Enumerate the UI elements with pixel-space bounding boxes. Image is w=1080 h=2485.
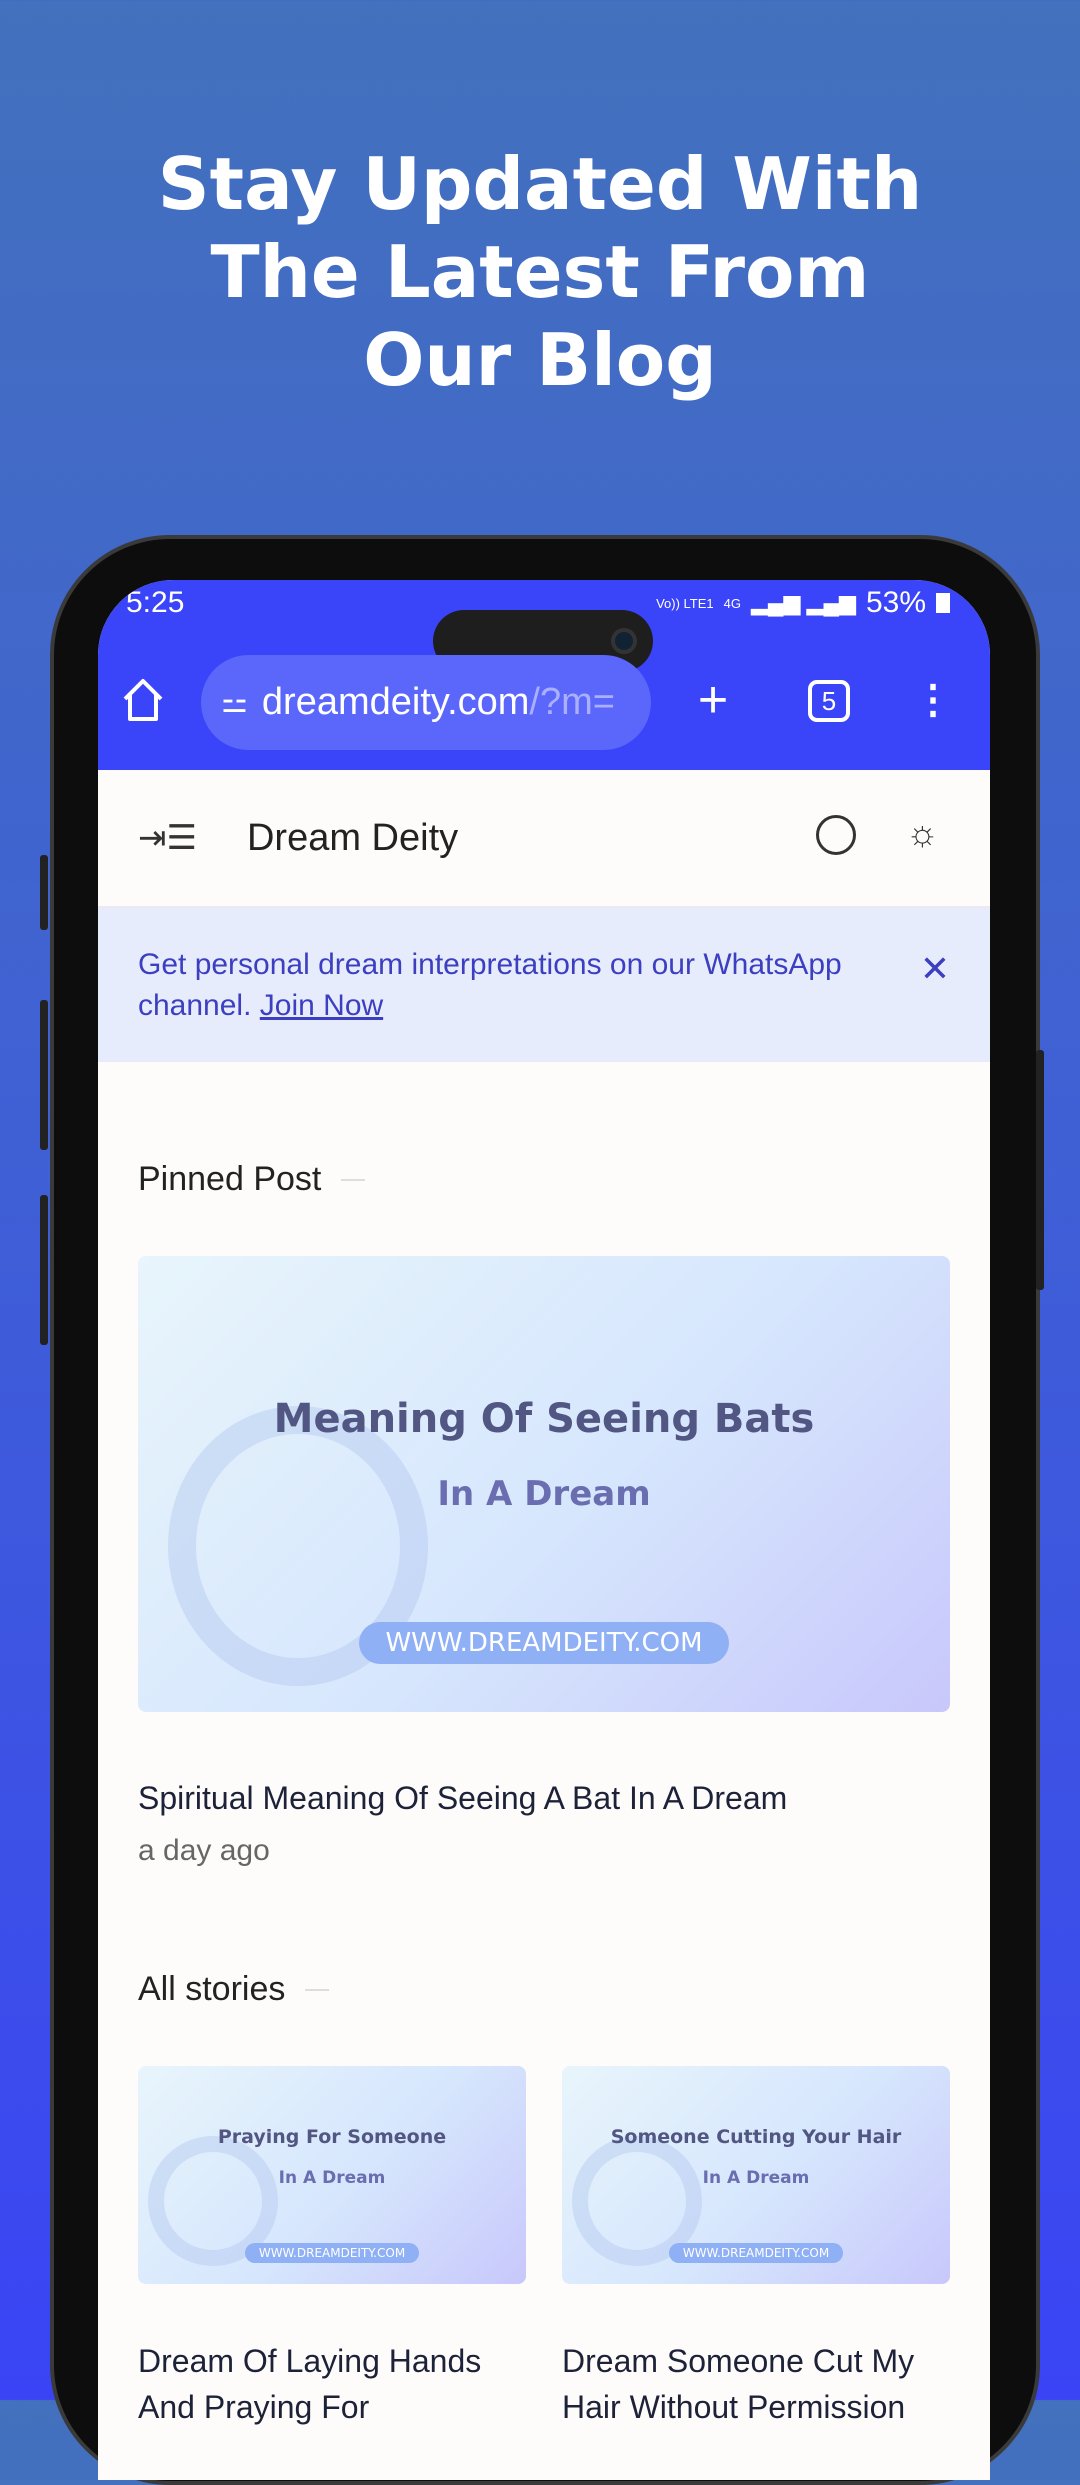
url-path: /?m= <box>529 681 615 723</box>
url-bar[interactable]: ⚍ dreamdeity.com/?m= <box>201 655 651 750</box>
image-title: Meaning Of Seeing Bats <box>273 1396 815 1442</box>
site-settings-icon[interactable]: ⚍ <box>221 685 248 720</box>
more-menu-icon[interactable]: ⋮ <box>913 675 953 725</box>
url-host: dreamdeity.com <box>261 681 530 723</box>
signal-icon: ▂▄▆ ▂▄▆ <box>750 590 856 615</box>
story-title-line: Hair Without Permission <box>562 2389 906 2425</box>
home-icon[interactable] <box>118 675 168 725</box>
menu-icon[interactable]: ⇥☰ <box>138 818 197 858</box>
story-title-line: Dream Of Laying Hands <box>138 2343 482 2379</box>
phone-button <box>1036 1050 1044 1290</box>
browser-chrome: 5:25 Vo)) LTE1 4G ▂▄▆ ▂▄▆ 53% ⚍ dreamdei… <box>98 580 990 770</box>
image-subtitle: In A Dream <box>278 2168 386 2188</box>
pinned-post-heading: Pinned Post <box>138 1160 366 1199</box>
headline-line: Our Blog <box>363 318 717 402</box>
image-url-pill: WWW.DREAMDEITY.COM <box>244 2243 420 2263</box>
story-title-line: Dream Someone Cut My <box>562 2343 915 2379</box>
banner-text: Get personal dream interpretations on ou… <box>138 948 842 1022</box>
story-title-line: And Praying For <box>138 2389 370 2425</box>
close-icon[interactable]: ✕ <box>920 948 950 989</box>
section-label: All stories <box>138 1970 286 2008</box>
story-image[interactable]: Praying For Someone In A Dream WWW.DREAM… <box>138 2066 526 2284</box>
headline-line: The Latest From <box>210 230 870 314</box>
section-label: Pinned Post <box>138 1160 322 1198</box>
pinned-post-title[interactable]: Spiritual Meaning Of Seeing A Bat In A D… <box>138 1775 787 1821</box>
phone-button <box>40 1000 48 1150</box>
join-now-link[interactable]: Join Now <box>260 989 383 1022</box>
tab-count: 5 <box>821 685 837 716</box>
network-indicator: 4G <box>723 595 741 611</box>
image-url-pill: WWW.DREAMDEITY.COM <box>668 2243 844 2263</box>
battery-icon <box>936 593 950 613</box>
tab-switcher-button[interactable]: 5 <box>808 680 850 722</box>
story-title[interactable]: Dream Of Laying Hands And Praying For <box>138 2338 538 2430</box>
pinned-post-image[interactable]: Meaning Of Seeing Bats In A Dream WWW.DR… <box>138 1256 950 1712</box>
phone-button <box>40 1195 48 1345</box>
pinned-post-time: a day ago <box>138 1834 270 1867</box>
divider <box>341 1178 366 1181</box>
camera-icon <box>611 628 637 654</box>
theme-toggle-icon[interactable]: ☼ <box>906 812 939 854</box>
status-time: 5:25 <box>126 586 185 619</box>
image-title: Someone Cutting Your Hair <box>610 2126 902 2148</box>
search-icon[interactable] <box>816 815 856 855</box>
image-url-pill: WWW.DREAMDEITY.COM <box>359 1622 729 1664</box>
phone-screen: 5:25 Vo)) LTE1 4G ▂▄▆ ▂▄▆ 53% ⚍ dreamdei… <box>98 580 990 2480</box>
story-title[interactable]: Dream Someone Cut My Hair Without Permiss… <box>562 2338 982 2430</box>
volte-indicator: Vo)) LTE1 <box>656 595 714 611</box>
phone-button <box>40 855 48 930</box>
all-stories-heading: All stories <box>138 1970 330 2009</box>
promo-headline: Stay Updated With The Latest From Our Bl… <box>0 140 1080 404</box>
image-title: Praying For Someone <box>217 2126 447 2148</box>
whatsapp-banner: Get personal dream interpretations on ou… <box>98 908 990 1062</box>
headline-line: Stay Updated With <box>157 142 923 226</box>
site-title[interactable]: Dream Deity <box>247 817 458 860</box>
battery-level: 53% <box>865 586 926 619</box>
divider <box>305 1988 330 1991</box>
image-subtitle: In A Dream <box>702 2168 810 2188</box>
image-subtitle: In A Dream <box>437 1474 651 1514</box>
story-image[interactable]: Someone Cutting Your Hair In A Dream WWW… <box>562 2066 950 2284</box>
site-header: ⇥☰ Dream Deity ☼ <box>98 770 990 908</box>
new-tab-icon[interactable]: + <box>688 671 738 729</box>
status-icons: Vo)) LTE1 4G ▂▄▆ ▂▄▆ 53% <box>656 586 950 620</box>
